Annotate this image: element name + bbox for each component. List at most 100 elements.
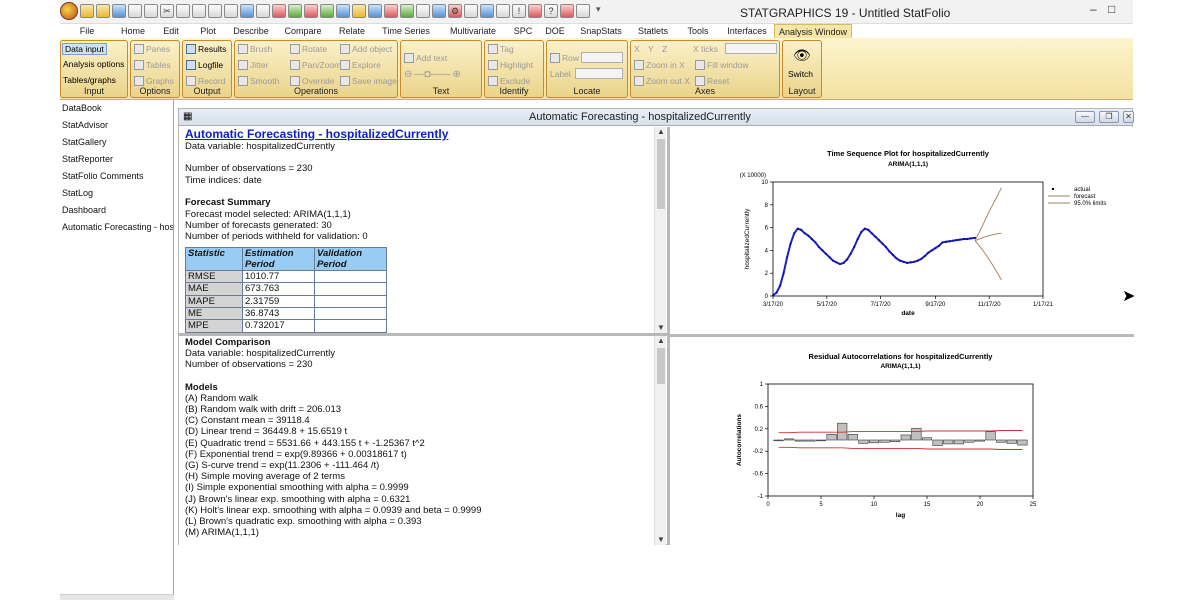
dashboard-icon[interactable] — [432, 4, 446, 18]
settings-icon[interactable]: ⚙ — [448, 4, 462, 18]
mdi-minimize-icon[interactable]: — — [1075, 111, 1095, 123]
menu-edit[interactable]: Edit — [152, 24, 190, 38]
menu-multivariate[interactable]: Multivariate — [438, 24, 508, 38]
graduation-icon[interactable] — [496, 4, 510, 18]
jitter-button[interactable]: Jitter — [238, 60, 268, 70]
scroll-down-icon[interactable]: ▼ — [655, 323, 666, 333]
tables-graphs-button[interactable]: Tables/graphs — [63, 75, 116, 85]
menu-doe[interactable]: DOE — [538, 24, 572, 38]
nav-item-statfolio-comments[interactable]: StatFolio Comments — [60, 168, 173, 185]
zoom-out-x-button[interactable]: Zoom out X — [634, 76, 690, 86]
residual-acf-pane[interactable]: Residual Autocorrelations for hospitaliz… — [670, 337, 1134, 545]
menu-relate[interactable]: Relate — [330, 24, 374, 38]
add-text-button[interactable]: Add text — [404, 53, 447, 63]
vertical-scrollbar[interactable]: ▲ ▼ — [654, 127, 666, 333]
tools-icon[interactable] — [528, 4, 542, 18]
nav-item-statlog[interactable]: StatLog — [60, 185, 173, 202]
x-ticks-dropdown[interactable] — [725, 43, 777, 54]
window-icon[interactable] — [128, 4, 142, 18]
override-button[interactable]: Override — [290, 76, 335, 86]
zoom-in-x-button[interactable]: Zoom in X — [634, 60, 685, 70]
mdi-restore-icon[interactable]: ❐ — [1099, 111, 1119, 123]
menu-analysis-window[interactable]: Analysis Window — [774, 24, 852, 38]
time-sequence-plot-pane[interactable]: Time Sequence Plot for hospitalizedCurre… — [670, 127, 1134, 334]
line-plot-icon[interactable] — [304, 4, 318, 18]
tables-button[interactable]: Tables — [134, 60, 171, 70]
save-icon[interactable] — [112, 4, 126, 18]
customize-qat-icon[interactable]: ▾ — [596, 4, 601, 20]
scroll-up-icon[interactable]: ▲ — [655, 336, 666, 346]
grid-icon[interactable] — [368, 4, 382, 18]
maximize-icon[interactable]: □ — [1108, 2, 1115, 16]
scroll-up-icon[interactable]: ▲ — [655, 127, 666, 137]
regression-icon[interactable] — [320, 4, 334, 18]
tag-button[interactable]: Tag — [488, 44, 514, 54]
menu-compare[interactable]: Compare — [276, 24, 330, 38]
chart-icon[interactable] — [240, 4, 254, 18]
scroll-thumb[interactable] — [657, 348, 665, 384]
exclude-button[interactable]: Exclude — [488, 76, 530, 86]
menu-describe[interactable]: Describe — [226, 24, 276, 38]
axis-z-button[interactable]: Z — [662, 44, 667, 54]
smooth-button[interactable]: Smooth — [238, 76, 279, 86]
boxplot-icon[interactable] — [384, 4, 398, 18]
menu-time-series[interactable]: Time Series — [374, 24, 438, 38]
brush-button[interactable]: Brush — [238, 44, 272, 54]
menu-tools[interactable]: Tools — [676, 24, 720, 38]
record-button[interactable]: Record — [186, 76, 225, 86]
analysis-options-button[interactable]: Analysis options — [63, 59, 124, 69]
results-button[interactable]: Results — [186, 44, 226, 54]
menu-spc[interactable]: SPC — [508, 24, 538, 38]
panes-button[interactable]: Panes — [134, 44, 170, 54]
menu-statlets[interactable]: Statlets — [630, 24, 676, 38]
menu-snapstats[interactable]: SnapStats — [572, 24, 630, 38]
open-folder-icon[interactable] — [80, 4, 94, 18]
mdi-close-icon[interactable]: ✕ — [1123, 111, 1134, 123]
reset-axes-button[interactable]: Reset — [695, 76, 729, 86]
vertical-scrollbar[interactable]: ▲ ▼ — [654, 336, 666, 545]
nav-item-databook[interactable]: DataBook — [60, 100, 173, 117]
nav-item-statadvisor[interactable]: StatAdvisor — [60, 117, 173, 134]
nav-item-dashboard[interactable]: Dashboard — [60, 202, 173, 219]
analysis-heading-link[interactable]: Automatic Forecasting - hospitalizedCurr… — [185, 127, 448, 141]
font-size-slider[interactable]: ⊖ —◘—— ⊕ — [404, 69, 461, 80]
table-grid-icon[interactable] — [464, 4, 478, 18]
find-icon[interactable] — [224, 4, 238, 18]
label-input[interactable] — [575, 68, 623, 79]
nav-item-statgallery[interactable]: StatGallery — [60, 134, 173, 151]
layout-icon[interactable] — [480, 4, 494, 18]
data-input-button[interactable]: Data input — [62, 43, 107, 55]
bar-chart-icon[interactable] — [336, 4, 350, 18]
nav-item-automatic-forecasting[interactable]: Automatic Forecasting - hosp — [60, 219, 173, 236]
note-icon[interactable] — [560, 4, 574, 18]
graphs-button[interactable]: Graphs — [134, 76, 174, 86]
x-ticks-button[interactable]: X ticks — [693, 44, 718, 54]
copy-window-icon[interactable] — [144, 4, 158, 18]
row-input[interactable] — [581, 52, 623, 63]
scatter-plot-icon[interactable] — [288, 4, 302, 18]
cut-icon[interactable]: ✂ — [160, 4, 174, 18]
app-logo-icon[interactable] — [60, 2, 78, 20]
menu-interfaces[interactable]: Interfaces — [720, 24, 774, 38]
axis-y-button[interactable]: Y — [648, 44, 654, 54]
logfile-button[interactable]: Logfile — [186, 60, 223, 70]
control-chart-icon[interactable] — [400, 4, 414, 18]
highlight-button[interactable]: Highlight — [488, 60, 533, 70]
document-icon[interactable] — [576, 4, 590, 18]
help-icon[interactable]: ? — [544, 4, 558, 18]
statgallery-icon[interactable] — [272, 4, 286, 18]
save-image-button[interactable]: Save image — [340, 76, 397, 86]
horizontal-scrollbar[interactable] — [60, 594, 174, 600]
nav-item-statreporter[interactable]: StatReporter — [60, 151, 173, 168]
rotate-button[interactable]: Rotate — [290, 44, 327, 54]
paste-icon[interactable] — [192, 4, 206, 18]
fill-window-button[interactable]: Fill window — [695, 60, 749, 70]
add-object-button[interactable]: Add object — [340, 44, 392, 54]
menu-home[interactable]: Home — [114, 24, 152, 38]
scroll-down-icon[interactable]: ▼ — [655, 535, 666, 545]
switch-button[interactable]: Switch — [788, 69, 813, 79]
menu-file[interactable]: File — [60, 24, 114, 38]
print-icon[interactable] — [208, 4, 222, 18]
explore-button[interactable]: Explore — [340, 60, 381, 70]
table-icon[interactable] — [256, 4, 270, 18]
